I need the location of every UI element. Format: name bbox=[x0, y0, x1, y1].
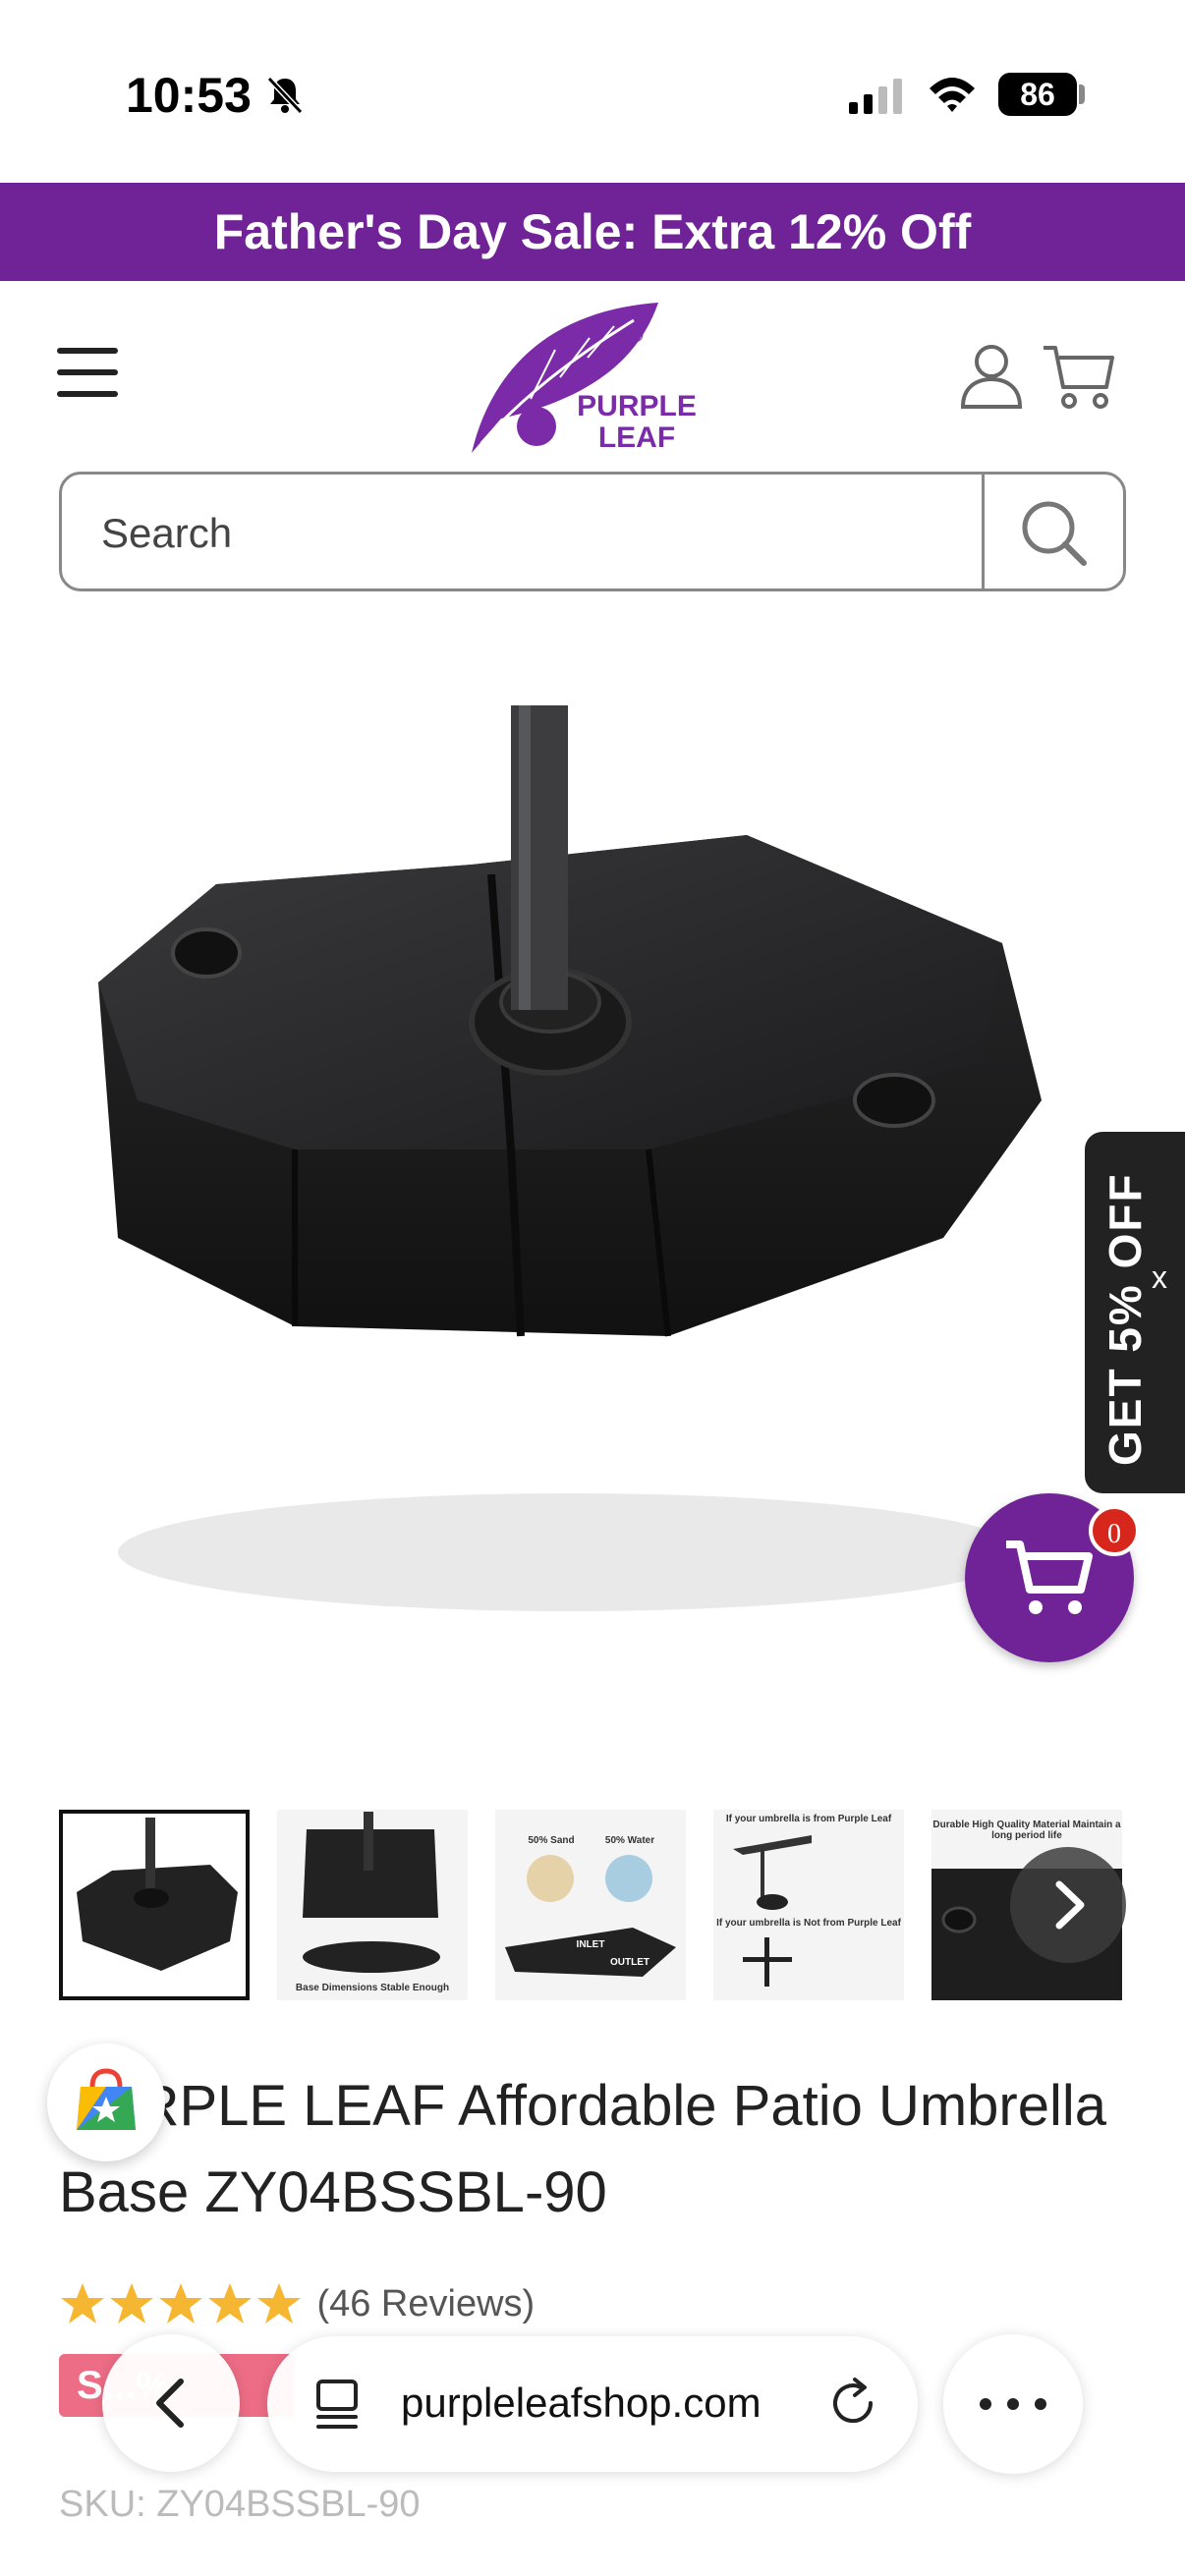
tabs-icon bbox=[316, 2380, 358, 2429]
thumbnail-3-inlet: INLET bbox=[576, 1939, 605, 1950]
browser-back-button[interactable] bbox=[102, 2334, 240, 2472]
chevron-left-icon bbox=[156, 2379, 184, 2428]
thumbnail-3-outlet: OUTLET bbox=[610, 1957, 649, 1968]
thumbnail-2-caption: Base Dimensions Stable Enough bbox=[295, 1983, 450, 1993]
thumbnail-5-caption: Durable High Quality Material Maintain a… bbox=[932, 1820, 1121, 1841]
thumbnail-3[interactable]: 50% Sand 50% Water INLET OUTLET bbox=[495, 1810, 686, 2000]
status-bar: 10:53 86 bbox=[0, 0, 1185, 183]
product-main-image[interactable] bbox=[59, 688, 1071, 1631]
logo-text: PURPLE LEAF bbox=[568, 391, 705, 454]
thumbnail-next-button[interactable] bbox=[1010, 1847, 1126, 1963]
wifi-icon bbox=[930, 78, 975, 112]
bell-slash-icon bbox=[266, 76, 304, 115]
search-divider bbox=[982, 475, 985, 588]
star-icon bbox=[61, 2283, 104, 2324]
thumbnail-4-top: If your umbrella is from Purple Leaf bbox=[725, 1814, 892, 1824]
cellular-signal-icon bbox=[849, 79, 902, 114]
discount-close-button[interactable]: x bbox=[1152, 1260, 1167, 1296]
search-icon bbox=[1022, 501, 1087, 566]
thumbnail-1[interactable] bbox=[59, 1810, 250, 2000]
thumbnail-compat-image bbox=[733, 1835, 812, 1987]
thumbnail-3-water: 50% Water bbox=[604, 1835, 655, 1846]
battery-cap bbox=[1079, 84, 1085, 104]
browser-more-button[interactable] bbox=[943, 2334, 1083, 2474]
svg-text:®: ® bbox=[629, 325, 644, 347]
product-rating[interactable]: (46 Reviews) bbox=[59, 2281, 535, 2336]
chevron-right-icon bbox=[1055, 1880, 1085, 1930]
browser-address-bar[interactable]: purpleleafshop.com bbox=[267, 2336, 918, 2472]
search-input[interactable] bbox=[101, 504, 966, 563]
review-count[interactable]: (46 Reviews) bbox=[316, 2283, 535, 2325]
discount-side-tab[interactable]: GET 5% OFF x bbox=[1085, 1132, 1185, 1493]
star-icon bbox=[110, 2283, 153, 2324]
search-button[interactable] bbox=[986, 475, 1123, 588]
thumbnail-4-mid: If your umbrella is Not from Purple Leaf bbox=[716, 1918, 901, 1929]
star-icon bbox=[208, 2283, 252, 2324]
cart-count-badge: 0 bbox=[1089, 1505, 1140, 1556]
status-time: 10:53 bbox=[126, 68, 252, 123]
product-title: PURPLE LEAF Affordable Patio Umbrella Ba… bbox=[59, 2074, 1107, 2224]
account-icon[interactable] bbox=[959, 342, 1024, 411]
url-text: purpleleafshop.com bbox=[401, 2380, 762, 2426]
reload-icon[interactable] bbox=[825, 2376, 882, 2433]
shopping-bag-icon bbox=[77, 2068, 136, 2130]
search-box bbox=[59, 472, 1126, 591]
cart-icon[interactable] bbox=[1042, 342, 1116, 411]
purple-leaf-logo[interactable]: ® PURPLE LEAF bbox=[462, 291, 707, 458]
thumbnail-4[interactable]: If your umbrella is from Purple Leaf If … bbox=[713, 1810, 904, 2000]
logo-text-line1: PURPLE bbox=[577, 390, 697, 422]
product-sku: SKU: ZY04BSSBL-90 bbox=[59, 2484, 421, 2525]
cart-icon bbox=[1006, 1540, 1093, 1614]
star-icon bbox=[257, 2283, 301, 2324]
menu-icon[interactable] bbox=[57, 348, 118, 397]
thumbnail-2[interactable]: Base Dimensions Stable Enough bbox=[277, 1810, 468, 2000]
thumbnail-dimensions-image bbox=[303, 1812, 440, 1973]
more-dots-icon bbox=[980, 2398, 1046, 2410]
thumbnail-base-image bbox=[77, 1818, 238, 1971]
site-header: ® PURPLE LEAF bbox=[0, 281, 1185, 468]
shopping-app-badge[interactable] bbox=[47, 2044, 165, 2161]
promo-banner[interactable]: Father's Day Sale: Extra 12% Off bbox=[0, 183, 1185, 281]
star-icon bbox=[159, 2283, 202, 2324]
discount-tab-text: GET 5% OFF bbox=[1100, 1172, 1151, 1466]
logo-text-line2: LEAF bbox=[597, 421, 676, 454]
battery-indicator: 86 bbox=[998, 73, 1077, 116]
